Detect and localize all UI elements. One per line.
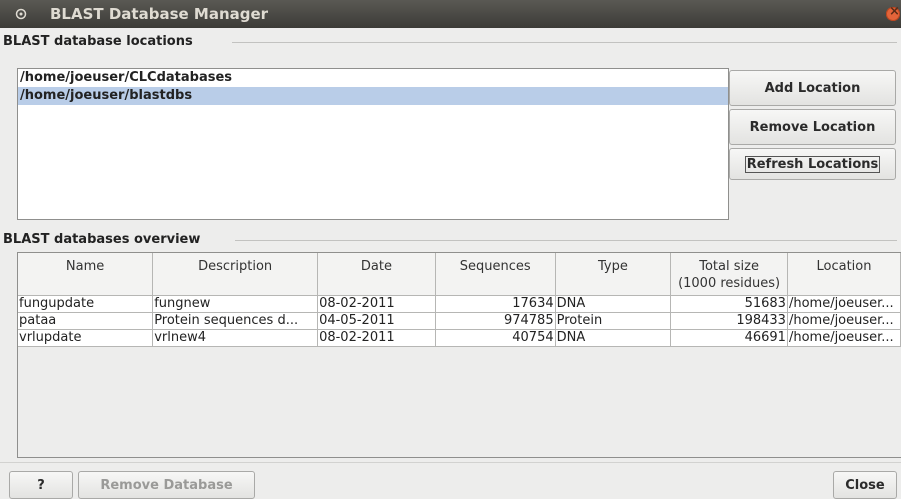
- cell-total-size: 198433: [670, 312, 788, 330]
- cell-total-size: 46691: [670, 329, 788, 347]
- column-header-sequences[interactable]: Sequences: [435, 253, 556, 296]
- table-body: fungupdate fungnew 08-02-2011 17634 DNA 51683…: [18, 295, 901, 347]
- cell-date: 08-02-2011: [317, 295, 436, 313]
- close-button[interactable]: Close: [833, 471, 897, 499]
- column-header-type[interactable]: Type: [555, 253, 672, 296]
- location-item[interactable]: /home/joeuser/CLCdatabases: [18, 69, 728, 87]
- refresh-locations-button[interactable]: Refresh Locations: [729, 148, 896, 180]
- remove-database-button[interactable]: Remove Database: [78, 471, 255, 499]
- cell-type: DNA: [555, 329, 672, 347]
- cell-location: /home/joeuser...: [787, 312, 901, 330]
- cell-sequences: 40754: [435, 329, 556, 347]
- cell-description: fungnew: [152, 295, 319, 313]
- column-header-description[interactable]: Description: [152, 253, 319, 296]
- cell-name: fungupdate: [18, 295, 154, 313]
- footer-divider: [0, 462, 901, 463]
- column-header-location[interactable]: Location: [787, 253, 901, 296]
- column-header-total-size[interactable]: Total size (1000 residues): [670, 253, 788, 296]
- cell-name: pataa: [18, 312, 154, 330]
- databases-table: Name Description Date Sequences Type Total si…: [18, 253, 901, 347]
- column-header-date[interactable]: Date: [317, 253, 436, 296]
- cell-date: 08-02-2011: [317, 329, 436, 347]
- window-close-icon[interactable]: [886, 4, 900, 21]
- cell-description: vrlnew4: [152, 329, 319, 347]
- window-titlebar[interactable]: BLAST Database Manager: [0, 0, 901, 28]
- cell-type: DNA: [555, 295, 672, 313]
- cell-description: Protein sequences d...: [152, 312, 319, 330]
- location-item[interactable]: /home/joeuser/blastdbs: [18, 87, 728, 105]
- overview-section-divider: [235, 240, 897, 241]
- cell-date: 04-05-2011: [317, 312, 436, 330]
- cell-type: Protein: [555, 312, 672, 330]
- table-row[interactable]: vrlupdate vrlnew4 08-02-2011 40754 DNA 46691/…: [18, 329, 901, 347]
- overview-section-title: BLAST databases overview: [3, 232, 201, 247]
- cell-name: vrlupdate: [18, 329, 154, 347]
- cell-location: /home/joeuser...: [787, 329, 901, 347]
- window-title: BLAST Database Manager: [50, 5, 269, 23]
- column-header-name[interactable]: Name: [18, 253, 154, 296]
- locations-section-title: BLAST database locations: [3, 34, 193, 49]
- add-location-button[interactable]: Add Location: [729, 70, 896, 106]
- table-row[interactable]: fungupdate fungnew 08-02-2011 17634 DNA 51683…: [18, 295, 901, 313]
- cell-sequences: 974785: [435, 312, 556, 330]
- cell-location: /home/joeuser...: [787, 295, 901, 313]
- locations-list[interactable]: /home/joeuser/CLCdatabases/home/joeuser/…: [17, 68, 729, 220]
- locations-section-divider: [232, 42, 897, 43]
- table-row[interactable]: pataa Protein sequences d... 04-05-2011 974…: [18, 312, 901, 330]
- app-icon: [15, 8, 27, 20]
- remove-location-button[interactable]: Remove Location: [729, 109, 896, 145]
- databases-table-container[interactable]: Name Description Date Sequences Type Total si…: [17, 252, 901, 458]
- help-button[interactable]: ?: [9, 471, 73, 499]
- table-header-row: Name Description Date Sequences Type Total si…: [18, 253, 901, 296]
- cell-total-size: 51683: [670, 295, 788, 313]
- cell-sequences: 17634: [435, 295, 556, 313]
